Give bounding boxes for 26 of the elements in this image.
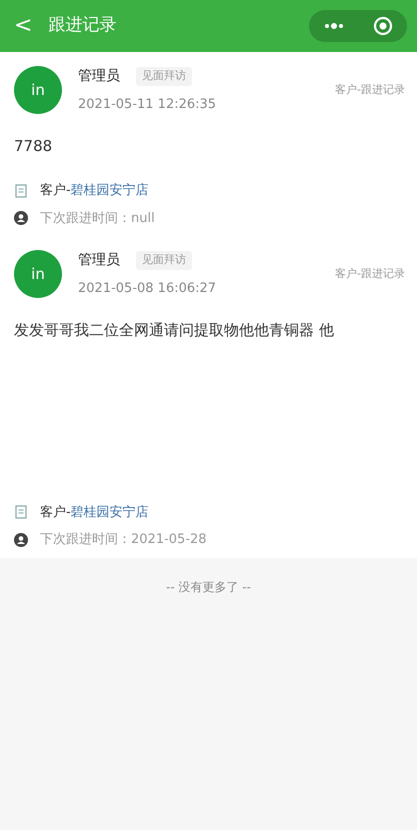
avatar: in	[14, 66, 62, 114]
document-icon	[14, 505, 28, 520]
author-name: 管理员	[78, 251, 120, 270]
record-content: 发发哥哥我二位全网通请问提取物他他青铜器 他	[14, 320, 335, 340]
customer-text: 客户-碧桂园安宁店	[40, 182, 149, 200]
next-followup-text: 下次跟进时间：2021-05-28	[40, 531, 207, 549]
customer-link[interactable]: 碧桂园安宁店	[70, 183, 149, 198]
record-content: 7788	[14, 136, 54, 156]
user-icon	[14, 532, 28, 547]
user-icon	[14, 211, 28, 226]
end-of-list-text: -- 没有更多了 --	[165, 578, 252, 596]
page-title: 跟进记录	[48, 14, 116, 38]
visit-type-tag: 见面拜访	[136, 67, 192, 86]
next-followup-text: 下次跟进时间：null	[40, 210, 155, 228]
record-time: 2021-05-11 12:26:35	[78, 96, 216, 114]
customer-link[interactable]: 碧桂园安宁店	[70, 504, 149, 520]
customer-text: 客户-碧桂园安宁店	[40, 504, 149, 522]
record-time: 2021-05-08 16:06:27	[78, 280, 216, 298]
source-label: 客户-跟进记录	[335, 82, 405, 98]
more-icon[interactable]	[324, 22, 344, 30]
source-label: 客户-跟进记录	[335, 266, 405, 282]
author-name: 管理员	[78, 67, 120, 86]
visit-type-tag: 见面拜访	[136, 251, 192, 270]
avatar: in	[14, 250, 62, 298]
document-icon	[14, 184, 28, 198]
back-button[interactable]: <	[14, 15, 32, 37]
